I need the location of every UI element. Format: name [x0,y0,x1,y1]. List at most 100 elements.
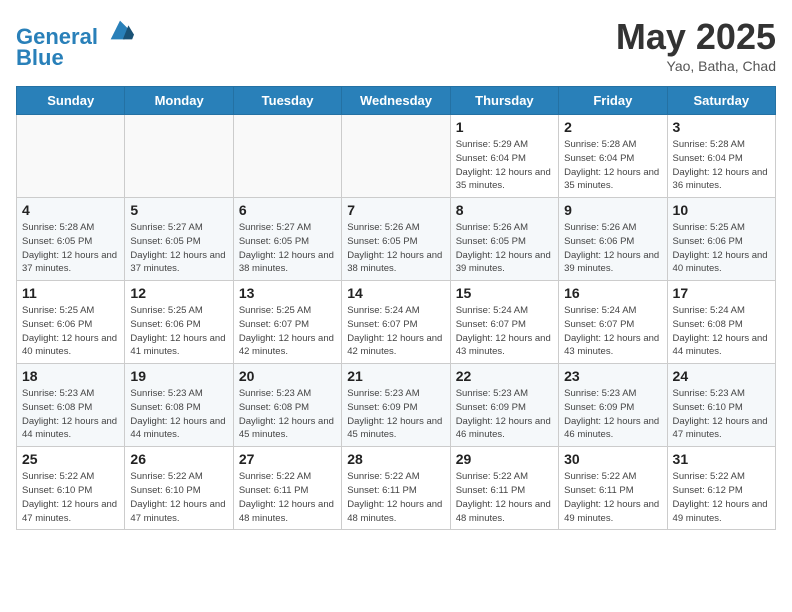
location-subtitle: Yao, Batha, Chad [616,58,776,74]
day-number: 21 [347,368,444,384]
calendar-cell: 29 Sunrise: 5:22 AM Sunset: 6:11 PM Dayli… [450,447,558,530]
day-number: 29 [456,451,553,467]
calendar-cell: 10 Sunrise: 5:25 AM Sunset: 6:06 PM Dayli… [667,198,775,281]
calendar-cell: 30Sunrise: 5:22 AM Sunset: 6:11 PM Dayli… [559,447,667,530]
day-number: 23 [564,368,661,384]
day-info: Sunrise: 5:22 AM Sunset: 6:11 PM Dayligh… [347,470,444,525]
calendar-cell: 5Sunrise: 5:27 AM Sunset: 6:05 PM Daylig… [125,198,233,281]
day-info: Sunrise: 5:28 AM Sunset: 6:04 PM Dayligh… [564,138,661,193]
calendar-cell [342,115,450,198]
weekday-monday: Monday [125,87,233,115]
day-info: Sunrise: 5:27 AM Sunset: 6:05 PM Dayligh… [130,221,227,276]
day-number: 15 [456,285,553,301]
day-info: Sunrise: 5:23 AM Sunset: 6:08 PM Dayligh… [130,387,227,442]
day-info: Sunrise: 5:29 AM Sunset: 6:04 PM Dayligh… [456,138,553,193]
day-number: 28 [347,451,444,467]
calendar-cell: 1 Sunrise: 5:29 AM Sunset: 6:04 PM Daylig… [450,115,558,198]
day-info: Sunrise: 5:22 AM Sunset: 6:11 PM Dayligh… [239,470,336,525]
day-number: 30 [564,451,661,467]
day-info: Sunrise: 5:25 AM Sunset: 6:06 PM Dayligh… [673,221,770,276]
calendar-cell: 18Sunrise: 5:23 AM Sunset: 6:08 PM Dayli… [17,364,125,447]
day-number: 20 [239,368,336,384]
calendar-cell: 17 Sunrise: 5:24 AM Sunset: 6:08 PM Dayli… [667,281,775,364]
day-info: Sunrise: 5:22 AM Sunset: 6:10 PM Dayligh… [22,470,119,525]
calendar-table: SundayMondayTuesdayWednesdayThursdayFrid… [16,86,776,530]
week-row-3: 11 Sunrise: 5:25 AM Sunset: 6:06 PM Dayli… [17,281,776,364]
day-info: Sunrise: 5:26 AM Sunset: 6:05 PM Dayligh… [347,221,444,276]
day-number: 31 [673,451,770,467]
calendar-cell: 25 Sunrise: 5:22 AM Sunset: 6:10 PM Dayli… [17,447,125,530]
page-header: General Blue May 2025 Yao, Batha, Chad [16,16,776,74]
day-info: Sunrise: 5:22 AM Sunset: 6:11 PM Dayligh… [456,470,553,525]
calendar-cell: 31 Sunrise: 5:22 AM Sunset: 6:12 PM Dayli… [667,447,775,530]
day-info: Sunrise: 5:26 AM Sunset: 6:06 PM Dayligh… [564,221,661,276]
weekday-saturday: Saturday [667,87,775,115]
calendar-cell: 11 Sunrise: 5:25 AM Sunset: 6:06 PM Dayli… [17,281,125,364]
day-info: Sunrise: 5:23 AM Sunset: 6:10 PM Dayligh… [673,387,770,442]
day-info: Sunrise: 5:24 AM Sunset: 6:07 PM Dayligh… [456,304,553,359]
weekday-thursday: Thursday [450,87,558,115]
day-info: Sunrise: 5:23 AM Sunset: 6:09 PM Dayligh… [564,387,661,442]
day-info: Sunrise: 5:25 AM Sunset: 6:06 PM Dayligh… [22,304,119,359]
weekday-friday: Friday [559,87,667,115]
day-number: 3 [673,119,770,135]
calendar-cell: 24 Sunrise: 5:23 AM Sunset: 6:10 PM Dayli… [667,364,775,447]
day-info: Sunrise: 5:26 AM Sunset: 6:05 PM Dayligh… [456,221,553,276]
day-info: Sunrise: 5:23 AM Sunset: 6:09 PM Dayligh… [456,387,553,442]
calendar-cell: 7 Sunrise: 5:26 AM Sunset: 6:05 PM Daylig… [342,198,450,281]
calendar-cell: 16Sunrise: 5:24 AM Sunset: 6:07 PM Dayli… [559,281,667,364]
calendar-cell: 13 Sunrise: 5:25 AM Sunset: 6:07 PM Dayli… [233,281,341,364]
month-title: May 2025 [616,16,776,58]
weekday-sunday: Sunday [17,87,125,115]
day-number: 18 [22,368,119,384]
day-info: Sunrise: 5:25 AM Sunset: 6:06 PM Dayligh… [130,304,227,359]
calendar-cell [17,115,125,198]
day-number: 1 [456,119,553,135]
weekday-header-row: SundayMondayTuesdayWednesdayThursdayFrid… [17,87,776,115]
logo: General Blue [16,16,134,71]
week-row-5: 25 Sunrise: 5:22 AM Sunset: 6:10 PM Dayli… [17,447,776,530]
calendar-cell: 20 Sunrise: 5:23 AM Sunset: 6:08 PM Dayli… [233,364,341,447]
calendar-cell: 28 Sunrise: 5:22 AM Sunset: 6:11 PM Dayli… [342,447,450,530]
day-info: Sunrise: 5:27 AM Sunset: 6:05 PM Dayligh… [239,221,336,276]
calendar-cell: 23 Sunrise: 5:23 AM Sunset: 6:09 PM Dayli… [559,364,667,447]
day-info: Sunrise: 5:23 AM Sunset: 6:09 PM Dayligh… [347,387,444,442]
calendar-cell: 9 Sunrise: 5:26 AM Sunset: 6:06 PM Daylig… [559,198,667,281]
calendar-body: 1 Sunrise: 5:29 AM Sunset: 6:04 PM Daylig… [17,115,776,530]
day-info: Sunrise: 5:22 AM Sunset: 6:12 PM Dayligh… [673,470,770,525]
day-number: 26 [130,451,227,467]
week-row-2: 4Sunrise: 5:28 AM Sunset: 6:05 PM Daylig… [17,198,776,281]
calendar-cell: 14Sunrise: 5:24 AM Sunset: 6:07 PM Dayli… [342,281,450,364]
day-number: 12 [130,285,227,301]
calendar-cell: 19 Sunrise: 5:23 AM Sunset: 6:08 PM Dayli… [125,364,233,447]
calendar-cell: 3Sunrise: 5:28 AM Sunset: 6:04 PM Daylig… [667,115,775,198]
day-info: Sunrise: 5:25 AM Sunset: 6:07 PM Dayligh… [239,304,336,359]
day-number: 27 [239,451,336,467]
day-number: 19 [130,368,227,384]
day-info: Sunrise: 5:23 AM Sunset: 6:08 PM Dayligh… [239,387,336,442]
day-number: 6 [239,202,336,218]
day-number: 25 [22,451,119,467]
day-number: 11 [22,285,119,301]
calendar-cell [125,115,233,198]
calendar-cell: 22 Sunrise: 5:23 AM Sunset: 6:09 PM Dayli… [450,364,558,447]
day-number: 8 [456,202,553,218]
calendar-cell: 6 Sunrise: 5:27 AM Sunset: 6:05 PM Daylig… [233,198,341,281]
day-number: 22 [456,368,553,384]
day-number: 14 [347,285,444,301]
calendar-cell: 12 Sunrise: 5:25 AM Sunset: 6:06 PM Dayli… [125,281,233,364]
day-info: Sunrise: 5:24 AM Sunset: 6:08 PM Dayligh… [673,304,770,359]
day-number: 17 [673,285,770,301]
week-row-1: 1 Sunrise: 5:29 AM Sunset: 6:04 PM Daylig… [17,115,776,198]
calendar-cell: 21 Sunrise: 5:23 AM Sunset: 6:09 PM Dayli… [342,364,450,447]
day-number: 24 [673,368,770,384]
day-number: 10 [673,202,770,218]
day-info: Sunrise: 5:22 AM Sunset: 6:10 PM Dayligh… [130,470,227,525]
week-row-4: 18 Sunrise: 5:23 AM Sunset: 6:08 PM Dayli… [17,364,776,447]
day-number: 9 [564,202,661,218]
calendar-cell: 27 Sunrise: 5:22 AM Sunset: 6:11 PM Dayli… [233,447,341,530]
day-number: 13 [239,285,336,301]
day-info: Sunrise: 5:24 AM Sunset: 6:07 PM Dayligh… [564,304,661,359]
calendar-cell [233,115,341,198]
day-number: 7 [347,202,444,218]
